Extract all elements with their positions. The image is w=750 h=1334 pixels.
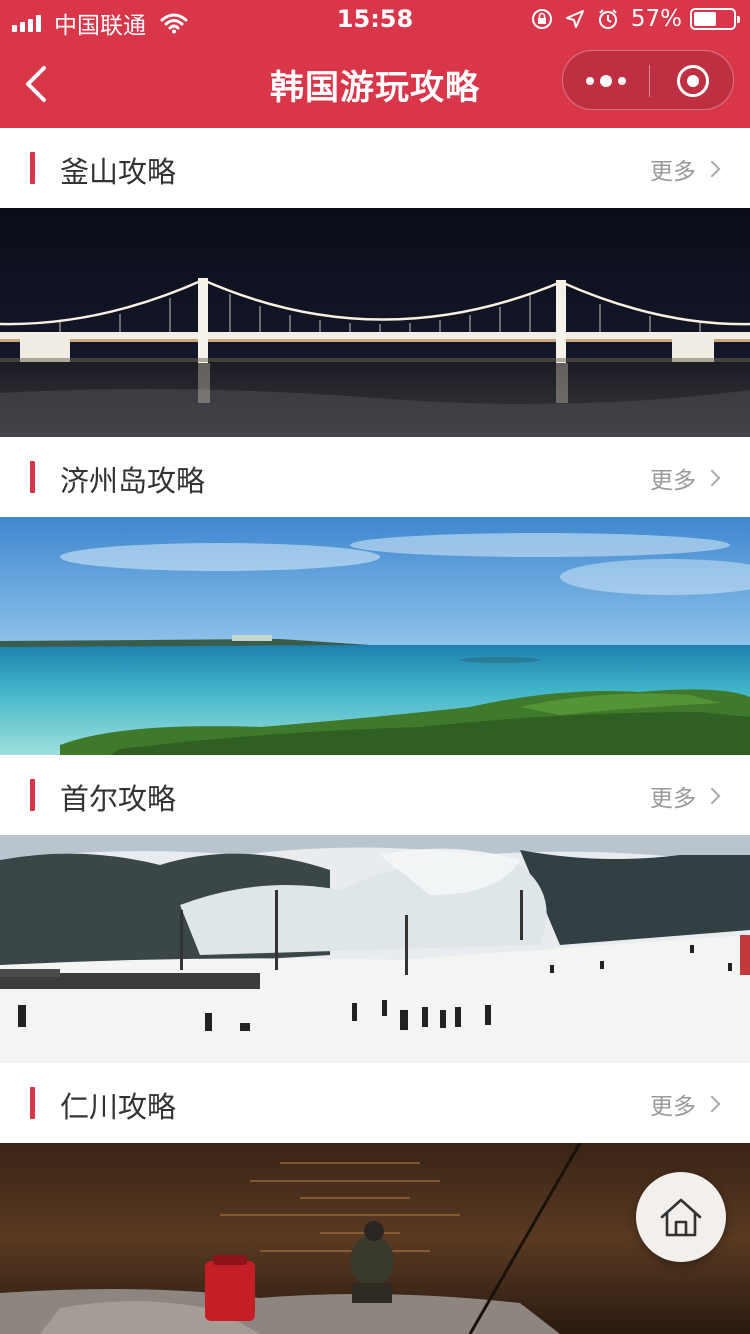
alarm-icon bbox=[598, 9, 617, 29]
sunset-fishing-image bbox=[0, 1143, 750, 1334]
section-accent-bar bbox=[30, 152, 35, 184]
more-dots-icon bbox=[583, 75, 629, 87]
status-right: 57% bbox=[519, 6, 740, 32]
home-icon bbox=[660, 1198, 702, 1237]
banner-jeju[interactable] bbox=[0, 517, 750, 755]
battery-icon bbox=[690, 8, 740, 30]
section-header-seoul: 首尔攻略 更多 bbox=[0, 755, 750, 835]
more-link[interactable]: 更多 bbox=[650, 461, 721, 495]
section-title: 仁川攻略 bbox=[60, 1090, 177, 1124]
section-title: 首尔攻略 bbox=[60, 782, 177, 816]
ski-resort-image bbox=[0, 835, 750, 1063]
banner-incheon[interactable] bbox=[0, 1143, 750, 1334]
mini-program-capsule bbox=[562, 50, 734, 110]
home-button[interactable] bbox=[636, 1172, 726, 1262]
section-header-busan: 釜山攻略 更多 bbox=[0, 128, 750, 208]
section-header-jeju: 济州岛攻略 更多 bbox=[0, 437, 750, 517]
more-label: 更多 bbox=[650, 1094, 696, 1120]
section-title: 济州岛攻略 bbox=[60, 464, 206, 498]
more-link[interactable]: 更多 bbox=[650, 152, 721, 186]
section-accent-bar bbox=[30, 779, 35, 811]
banner-seoul[interactable] bbox=[0, 835, 750, 1063]
close-button[interactable] bbox=[650, 51, 735, 111]
section-accent-bar bbox=[30, 1087, 35, 1119]
orientation-lock-icon bbox=[531, 9, 552, 29]
section-accent-bar bbox=[30, 461, 35, 493]
more-link[interactable]: 更多 bbox=[650, 779, 721, 813]
app-header: 中国联通 15:58 57% 韩国游玩攻略 bbox=[0, 0, 750, 128]
battery-percent: 57% bbox=[630, 6, 682, 32]
more-link[interactable]: 更多 bbox=[650, 1087, 721, 1121]
location-icon bbox=[565, 10, 584, 28]
menu-button[interactable] bbox=[563, 51, 649, 111]
chevron-right-icon bbox=[703, 787, 721, 805]
battery-fill bbox=[694, 12, 716, 26]
section-header-incheon: 仁川攻略 更多 bbox=[0, 1063, 750, 1143]
chevron-right-icon bbox=[703, 160, 721, 178]
more-label: 更多 bbox=[650, 159, 696, 185]
nav-bar: 韩国游玩攻略 bbox=[0, 40, 750, 128]
banner-busan[interactable] bbox=[0, 208, 750, 437]
chevron-right-icon bbox=[703, 1095, 721, 1113]
more-label: 更多 bbox=[650, 786, 696, 812]
more-label: 更多 bbox=[650, 468, 696, 494]
section-title: 釜山攻略 bbox=[60, 155, 177, 189]
chevron-right-icon bbox=[703, 469, 721, 487]
status-bar: 中国联通 15:58 57% bbox=[0, 0, 750, 40]
jeju-coast-image bbox=[0, 517, 750, 755]
bridge-night-image bbox=[0, 208, 750, 437]
target-circle-icon bbox=[676, 65, 709, 97]
